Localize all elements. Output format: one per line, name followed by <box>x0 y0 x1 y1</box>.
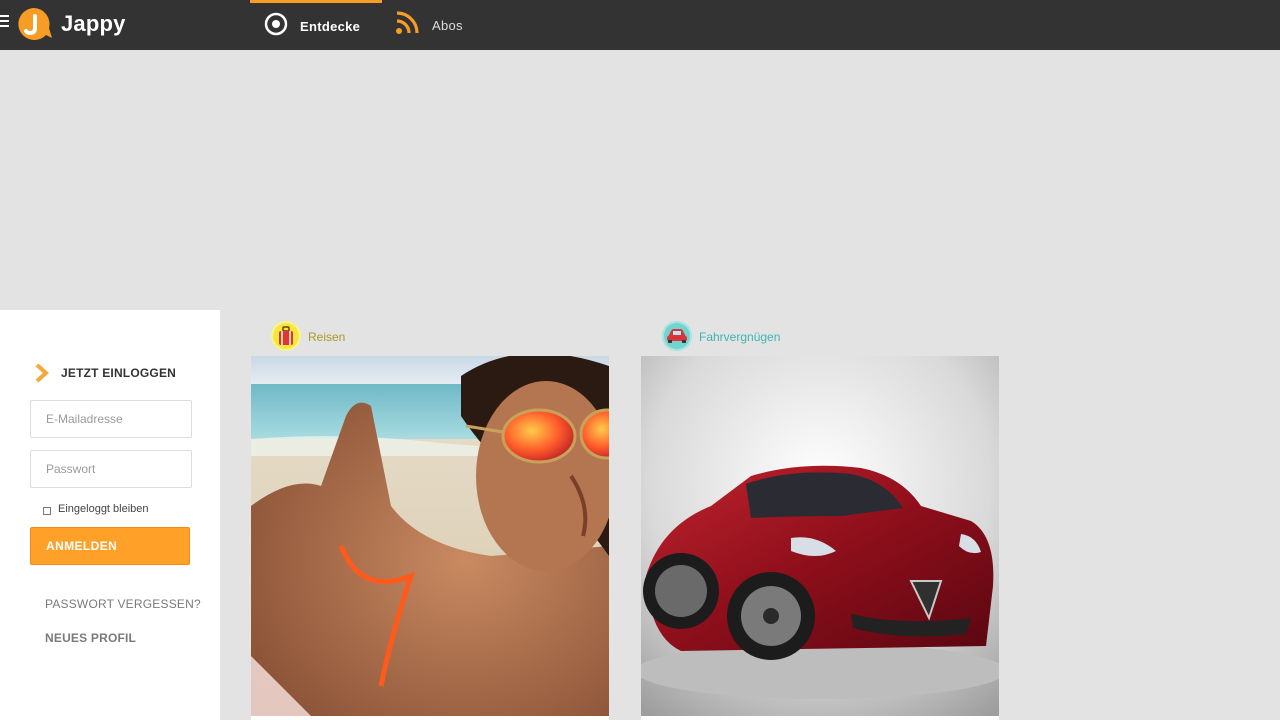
tab-abos[interactable]: Abos <box>382 0 463 50</box>
red-sports-car-photo[interactable] <box>641 356 999 716</box>
feed-card: Fahrvergnügen <box>641 320 999 720</box>
category-label: Fahrvergnügen <box>699 330 781 344</box>
login-button[interactable]: ANMELDEN <box>30 527 190 565</box>
feed-card: Reisen <box>251 320 609 720</box>
remember-me-label: Eingeloggt bleiben <box>58 503 149 515</box>
menu-icon[interactable] <box>0 15 10 29</box>
card-footer <box>251 716 609 720</box>
rss-feed-icon <box>395 10 419 40</box>
chevron-right-icon <box>34 363 50 383</box>
tab-entdecke-label: Entdecke <box>300 19 361 34</box>
new-profile-link[interactable]: NEUES PROFIL <box>45 631 136 645</box>
compass-circle-icon <box>264 12 288 41</box>
login-heading-text: JETZT EINLOGGEN <box>61 366 177 380</box>
forgot-password-link[interactable]: PASSWORT VERGESSEN? <box>45 597 201 611</box>
email-field[interactable] <box>30 400 192 438</box>
category-reisen[interactable]: Reisen <box>251 320 609 352</box>
red-car-icon <box>662 321 692 351</box>
jappy-logo-icon <box>16 6 52 42</box>
category-label: Reisen <box>308 330 346 344</box>
checkbox-box[interactable] <box>43 507 51 515</box>
suitcase-icon <box>271 321 301 351</box>
tab-abos-label: Abos <box>432 17 463 33</box>
remember-me-checkbox[interactable]: Eingeloggt bleiben <box>43 503 149 515</box>
category-fahrvergnuegen[interactable]: Fahrvergnügen <box>641 320 999 352</box>
login-heading: JETZT EINLOGGEN <box>34 363 176 383</box>
top-navigation-bar: Jappy Entdecke Abos <box>0 0 1280 50</box>
beach-selfie-photo[interactable] <box>251 356 609 716</box>
tab-entdecke[interactable]: Entdecke <box>250 0 382 50</box>
jappy-logo[interactable]: Jappy <box>16 6 126 42</box>
logo-wordmark: Jappy <box>61 11 126 36</box>
login-panel: JETZT EINLOGGEN Eingeloggt bleiben ANMEL… <box>0 310 220 720</box>
card-footer <box>641 716 999 720</box>
password-field[interactable] <box>30 450 192 488</box>
